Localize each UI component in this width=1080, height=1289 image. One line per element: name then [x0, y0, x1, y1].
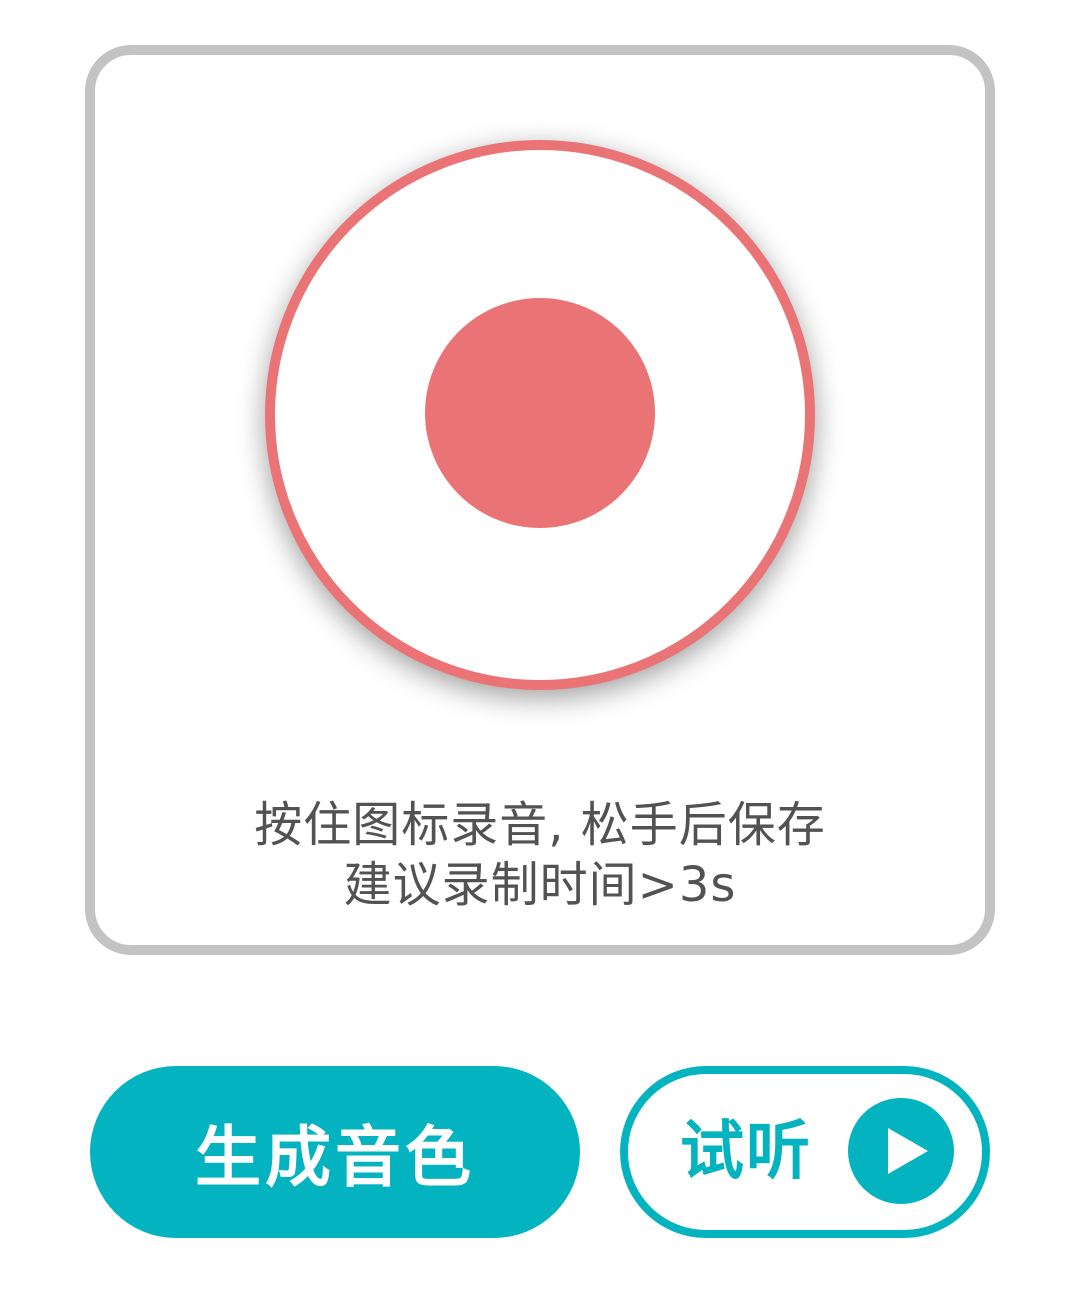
record-icon[interactable] [425, 298, 655, 528]
generate-voice-button[interactable]: 生成音色 [90, 1066, 580, 1238]
play-icon [848, 1098, 954, 1204]
preview-listen-label: 试听 [680, 1115, 812, 1189]
preview-listen-button[interactable]: 试听 [620, 1066, 990, 1238]
generate-voice-label: 生成音色 [195, 1119, 475, 1196]
voice-record-page: 按住图标录音, 松手后保存 建议录制时间>3s 生成音色 试听 [0, 0, 1080, 1289]
record-hint-line-1: 按住图标录音, 松手后保存 [254, 797, 826, 853]
record-hint-line-2: 建议录制时间>3s [343, 857, 737, 913]
